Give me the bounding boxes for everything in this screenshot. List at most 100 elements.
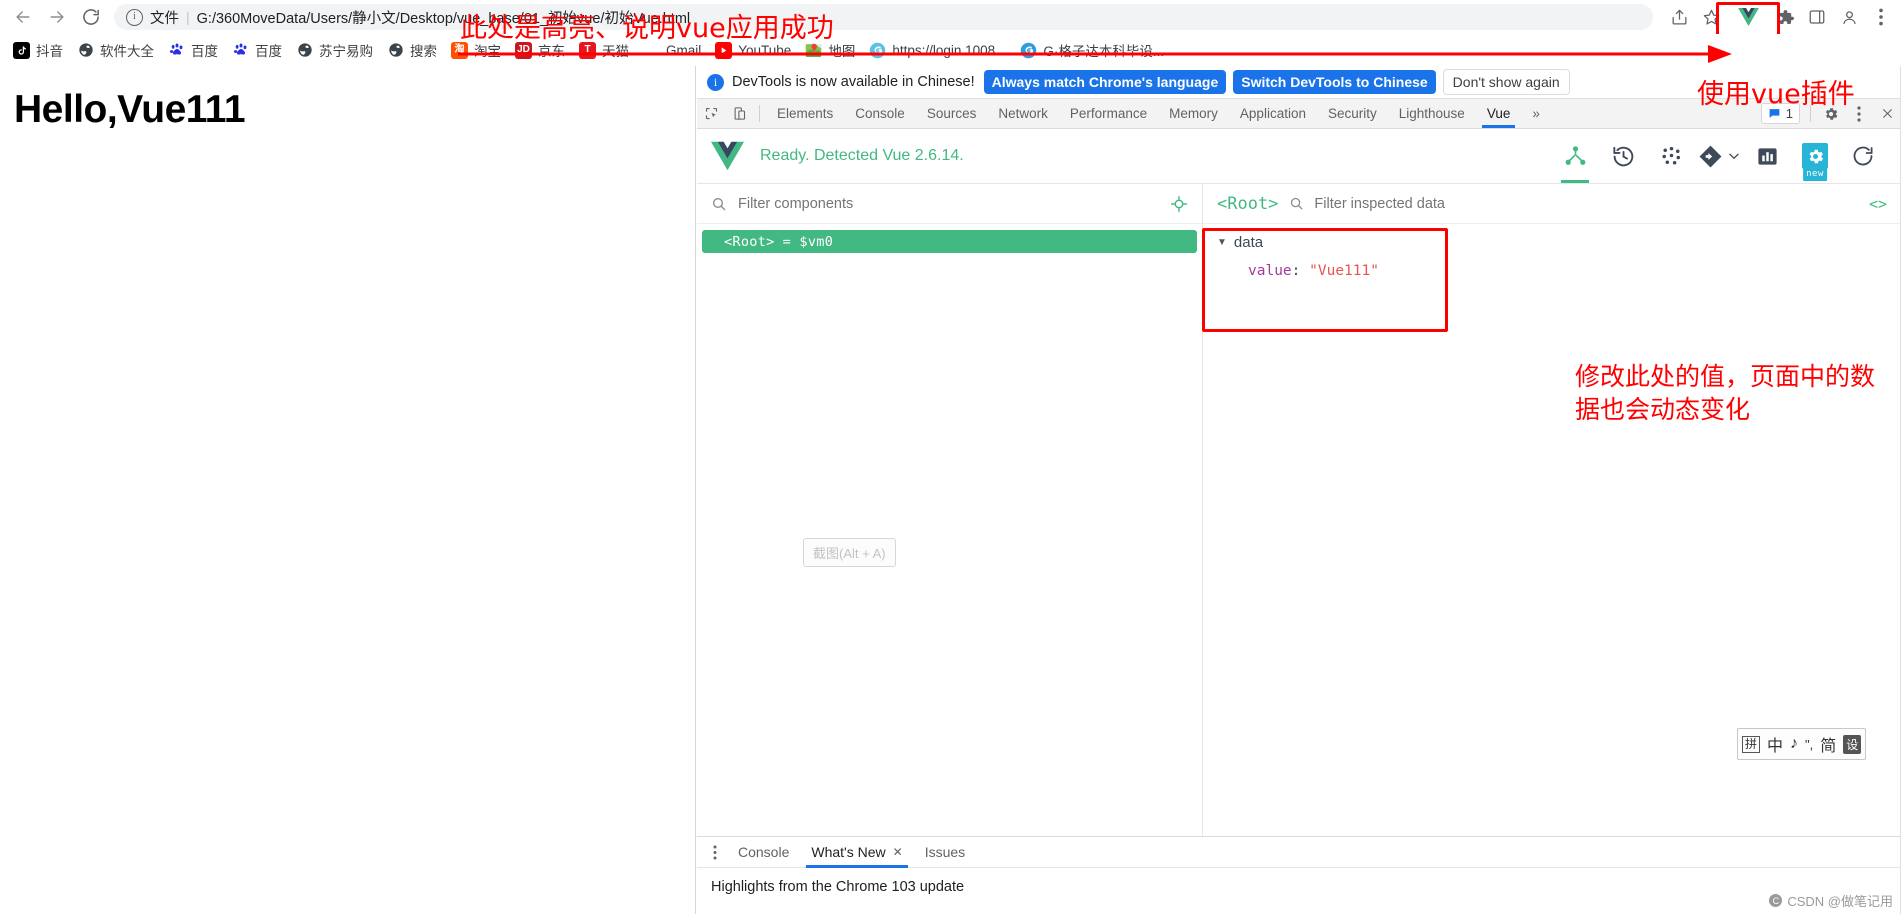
tab-performance[interactable]: Performance	[1059, 99, 1158, 128]
code-brackets-icon[interactable]: <>	[1869, 195, 1887, 213]
omnibox-divider: |	[186, 9, 190, 25]
drawer-more-menu-icon[interactable]	[703, 845, 727, 860]
tab-security[interactable]: Security	[1317, 99, 1388, 128]
timeline-history-icon[interactable]	[1599, 129, 1647, 183]
devtools-panel: i DevTools is now available in Chinese! …	[697, 66, 1901, 914]
reload-button[interactable]	[74, 0, 108, 34]
toolbar-actions	[1663, 2, 1901, 32]
data-group-header[interactable]: ▼ data	[1217, 234, 1901, 251]
search-icon	[713, 197, 726, 210]
bookmark-item[interactable]: 软件大全	[70, 37, 161, 63]
chrome-menu-icon[interactable]	[1865, 2, 1897, 32]
devtools-close-icon[interactable]	[1873, 99, 1901, 128]
green-globe-icon	[296, 41, 313, 59]
bookmark-label: 苏宁易购	[319, 44, 373, 59]
drawer-tab-console[interactable]: Console	[727, 837, 800, 868]
component-tag: <Root>	[724, 233, 775, 250]
watermark: C CSDN @做笔记用	[1769, 891, 1893, 910]
baidu-icon	[232, 41, 249, 59]
settings-new-badge: new	[1803, 168, 1827, 181]
ime-shape-label[interactable]: 简	[1820, 732, 1836, 756]
tab-network[interactable]: Network	[987, 99, 1059, 128]
forward-button[interactable]	[40, 0, 74, 34]
green-globe-icon	[387, 41, 404, 59]
components-panel: <Root> = $vm0 截图(Alt + A)	[697, 184, 1203, 857]
vue-logo-icon	[711, 141, 744, 171]
ime-mode-label[interactable]: 拼	[1742, 735, 1761, 753]
vue-logo-glyph	[1737, 8, 1759, 26]
bookmark-item[interactable]: 苏宁易购	[289, 37, 380, 63]
dont-show-again-button[interactable]: Don't show again	[1442, 69, 1570, 95]
bookmark-item[interactable]: 百度	[225, 37, 289, 63]
tab-vue[interactable]: Vue	[1476, 99, 1522, 128]
bookmark-item[interactable]: G·格子达本科毕设...	[1013, 37, 1171, 63]
back-button[interactable]	[6, 0, 40, 34]
expand-caret-icon[interactable]: ▼	[1217, 237, 1227, 248]
info-icon: i	[707, 73, 724, 91]
performance-chart-icon[interactable]	[1743, 129, 1791, 183]
bookmark-label: https://login.1008...	[892, 42, 1007, 58]
refresh-icon[interactable]	[1839, 129, 1887, 183]
swirl-icon	[1020, 41, 1038, 59]
ime-punct-label[interactable]: ",	[1805, 737, 1813, 752]
tab-lighthouse[interactable]: Lighthouse	[1388, 99, 1476, 128]
share-icon[interactable]	[1663, 2, 1695, 32]
bookmark-label: 搜索	[410, 44, 437, 59]
more-tabs-chevron-icon[interactable]: »	[1521, 99, 1551, 128]
bookmark-label: 百度	[255, 44, 282, 59]
chevron-down-icon[interactable]	[1727, 149, 1741, 163]
extensions-puzzle-icon[interactable]	[1769, 2, 1801, 32]
drawer-tab-label: Console	[738, 844, 790, 860]
tab-application[interactable]: Application	[1229, 99, 1317, 128]
switch-devtools-to-chinese-button[interactable]: Switch DevTools to Chinese	[1233, 70, 1436, 94]
vue-devtools-body: <Root> = $vm0 截图(Alt + A) <Root> <>	[697, 184, 1901, 857]
bookmark-item[interactable]: 搜索	[380, 37, 444, 63]
bookmark-item[interactable]: 抖音	[6, 37, 70, 63]
bookmark-label: 软件大全	[100, 44, 154, 59]
tab-console[interactable]: Console	[844, 99, 916, 128]
tab-memory[interactable]: Memory	[1158, 99, 1229, 128]
device-toolbar-icon[interactable]	[725, 99, 753, 128]
ime-tone-label[interactable]: ♪	[1790, 735, 1798, 753]
data-group-label: data	[1233, 234, 1264, 251]
data-entry-row[interactable]: value: "Vue111"	[1248, 263, 1901, 279]
douyin-icon	[13, 41, 30, 59]
tabbar-divider	[759, 105, 760, 122]
components-tree-icon[interactable]	[1551, 129, 1599, 183]
inspected-component-label: <Root>	[1217, 193, 1279, 214]
tab-sources[interactable]: Sources	[916, 99, 988, 128]
bookmark-label: 百度	[191, 44, 218, 59]
target-icon[interactable]	[1170, 195, 1188, 213]
close-icon[interactable]: ✕	[893, 845, 903, 859]
bookmark-item[interactable]: https://login.1008...	[862, 37, 1013, 63]
router-icon[interactable]	[1695, 129, 1743, 183]
tab-elements[interactable]: Elements	[766, 99, 844, 128]
filter-inspected-data-input[interactable]	[1312, 194, 1617, 213]
page-viewport: Hello,Vue111	[0, 66, 696, 914]
ime-settings-label[interactable]: 设	[1843, 734, 1862, 754]
drawer-tabbar: Console What's New ✕ Issues	[697, 837, 1901, 868]
data-entry-key: value	[1248, 263, 1292, 279]
always-match-language-button[interactable]: Always match Chrome's language	[983, 70, 1227, 94]
filter-components-input[interactable]	[736, 194, 1080, 213]
ime-language-bar[interactable]: 拼 中 ♪ ", 简 设	[1737, 728, 1867, 760]
annotation-plugin-note: 使用vue插件	[1697, 79, 1855, 110]
vue-extension-icon[interactable]	[1729, 3, 1767, 31]
component-tree-row-root[interactable]: <Root> = $vm0	[702, 230, 1197, 253]
site-info-icon[interactable]: i	[126, 8, 143, 26]
drawer-tab-issues[interactable]: Issues	[914, 837, 976, 868]
bookmark-item[interactable]: 百度	[161, 37, 225, 63]
vuex-icon[interactable]	[1647, 129, 1695, 183]
drawer-content-text: Highlights from the Chrome 103 update	[711, 879, 965, 895]
inspect-element-icon[interactable]	[697, 99, 725, 128]
screenshot-hint-tooltip: 截图(Alt + A)	[803, 538, 896, 567]
profile-avatar-icon[interactable]	[1833, 2, 1865, 32]
bookmark-star-icon[interactable]	[1695, 2, 1727, 32]
address-bar[interactable]: i 文件 | G:/360MoveData/Users/静小文/Desktop/…	[114, 4, 1653, 30]
ime-lang-label[interactable]: 中	[1767, 732, 1783, 756]
drawer-tab-whats-new[interactable]: What's New ✕	[800, 837, 913, 868]
data-entry-value[interactable]: "Vue111"	[1309, 263, 1379, 279]
settings-gear-icon[interactable]: new	[1791, 129, 1839, 183]
vue-devtools-header: Ready. Detected Vue 2.6.14. new	[697, 129, 1901, 184]
sidepanel-icon[interactable]	[1801, 2, 1833, 32]
